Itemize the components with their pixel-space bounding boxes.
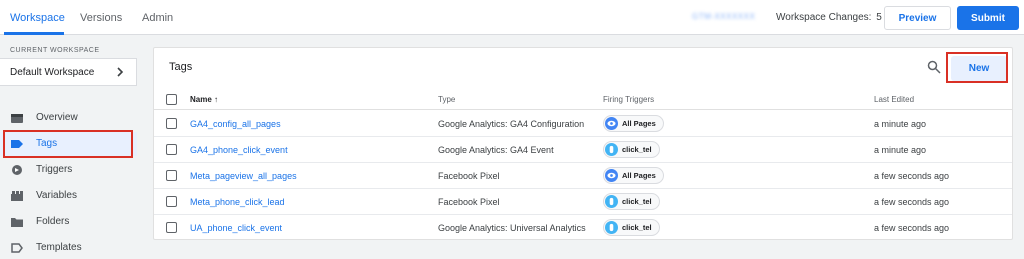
column-header-triggers: Firing Triggers [603, 95, 655, 104]
container-id: GTM-XXXXXXX [692, 12, 756, 21]
trigger-chip-label: click_tel [622, 197, 652, 206]
table-header: Name ↑ Type Firing Triggers Last Edited [154, 89, 1012, 110]
column-header-type: Type [438, 95, 456, 104]
table-row[interactable]: GA4_phone_click_event Google Analytics: … [154, 137, 1012, 163]
trigger-chip[interactable]: click_tel [603, 141, 660, 158]
tag-type: Facebook Pixel [438, 197, 500, 207]
eye-icon [605, 169, 618, 182]
highlight-box-new [946, 52, 1008, 83]
column-header-edited: Last Edited [874, 95, 915, 104]
last-edited: a few seconds ago [874, 197, 950, 207]
tag-type: Facebook Pixel [438, 171, 500, 181]
sort-arrow-up-icon: ↑ [214, 95, 219, 104]
row-checkbox[interactable] [166, 118, 177, 129]
last-edited: a minute ago [874, 145, 927, 155]
tab-admin[interactable]: Admin [142, 12, 173, 24]
tag-type: Google Analytics: GA4 Event [438, 145, 554, 155]
template-icon [11, 243, 23, 253]
tag-name-link[interactable]: Meta_pageview_all_pages [190, 171, 297, 181]
table-row[interactable]: Meta_phone_click_lead Facebook Pixel cli… [154, 189, 1012, 215]
highlight-box-tags [3, 130, 133, 158]
trigger-chip[interactable]: click_tel [603, 219, 660, 236]
tab-versions[interactable]: Versions [80, 12, 122, 24]
select-all-checkbox[interactable] [166, 94, 177, 105]
row-checkbox[interactable] [166, 196, 177, 207]
trigger-chip[interactable]: All Pages [603, 167, 664, 184]
preview-button[interactable]: Preview [884, 6, 951, 30]
search-icon[interactable] [927, 60, 941, 74]
sidebar-item-label: Overview [36, 112, 78, 123]
sidebar-item-overview[interactable]: Overview [0, 106, 137, 130]
row-checkbox[interactable] [166, 144, 177, 155]
tab-workspace[interactable]: Workspace [10, 12, 65, 24]
folder-icon [11, 218, 23, 227]
sidebar-item-templates[interactable]: Templates [0, 236, 137, 259]
workspace-name: Default Workspace [10, 66, 95, 78]
table-row[interactable]: UA_phone_click_event Google Analytics: U… [154, 215, 1012, 241]
last-edited: a few seconds ago [874, 171, 950, 181]
current-workspace-label: CURRENT WORKSPACE [10, 47, 100, 54]
click-icon [605, 195, 618, 208]
table-row[interactable]: Meta_pageview_all_pages Facebook Pixel A… [154, 163, 1012, 189]
overview-icon [11, 114, 23, 123]
sidebar-item-label: Folders [36, 216, 70, 227]
tag-type: Google Analytics: GA4 Configuration [438, 119, 585, 129]
tag-name-link[interactable]: Meta_phone_click_lead [190, 197, 285, 207]
submit-button[interactable]: Submit [957, 6, 1019, 30]
tag-name-link[interactable]: UA_phone_click_event [190, 223, 282, 233]
trigger-chip[interactable]: All Pages [603, 115, 664, 132]
trigger-chip-label: click_tel [622, 223, 652, 232]
column-header-name-label: Name [190, 95, 212, 104]
row-checkbox[interactable] [166, 170, 177, 181]
workspace-changes-label: Workspace Changes: [776, 12, 872, 23]
tag-name-link[interactable]: GA4_phone_click_event [190, 145, 288, 155]
row-checkbox[interactable] [166, 222, 177, 233]
tag-type: Google Analytics: Universal Analytics [438, 223, 586, 233]
trigger-chip-label: All Pages [622, 171, 656, 180]
workspace-changes-count: 5 [876, 12, 882, 23]
sidebar-item-folders[interactable]: Folders [0, 210, 137, 234]
sidebar-item-label: Triggers [36, 164, 73, 175]
trigger-chip-label: All Pages [622, 119, 656, 128]
table-row[interactable]: GA4_config_all_pages Google Analytics: G… [154, 111, 1012, 137]
variables-icon [11, 191, 23, 201]
last-edited: a few seconds ago [874, 223, 950, 233]
click-icon [605, 143, 618, 156]
top-bar: Workspace Versions Admin GTM-XXXXXXX Wor… [0, 0, 1024, 35]
sidebar-item-label: Variables [36, 190, 77, 201]
chevron-right-icon [117, 67, 124, 77]
trigger-chip[interactable]: click_tel [603, 193, 660, 210]
column-header-name[interactable]: Name ↑ [190, 95, 218, 104]
sidebar-item-triggers[interactable]: Triggers [0, 158, 137, 182]
sidebar-item-variables[interactable]: Variables [0, 184, 137, 208]
tags-card: Tags New Name ↑ Type Firing Triggers Las… [153, 47, 1013, 240]
click-icon [605, 221, 618, 234]
page-title: Tags [169, 61, 193, 73]
active-tab-indicator [4, 32, 64, 35]
last-edited: a minute ago [874, 119, 927, 129]
workspace-selector[interactable]: Default Workspace [0, 58, 137, 86]
trigger-chip-label: click_tel [622, 145, 652, 154]
eye-icon [605, 117, 618, 130]
workspace-changes: Workspace Changes: 5 [774, 12, 882, 23]
sidebar-item-label: Templates [36, 242, 82, 253]
tag-name-link[interactable]: GA4_config_all_pages [190, 119, 281, 129]
trigger-icon [12, 165, 22, 175]
